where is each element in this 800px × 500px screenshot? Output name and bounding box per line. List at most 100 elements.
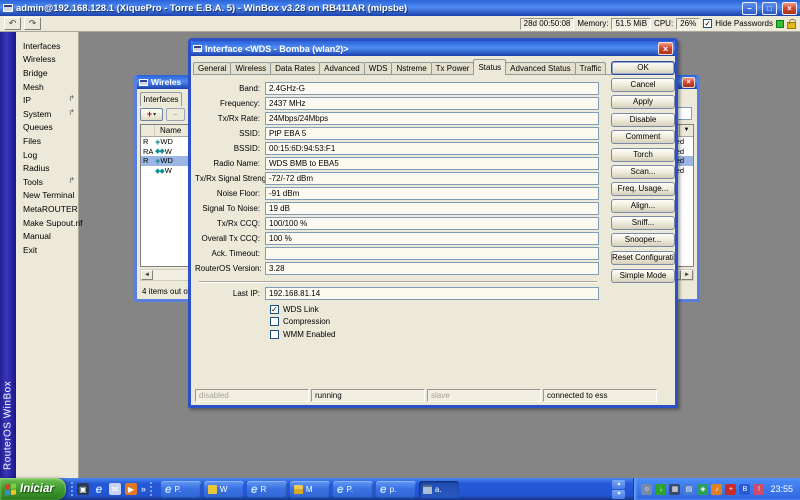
show-desktop-icon[interactable]: ▣ xyxy=(76,483,89,495)
ie-icon[interactable]: e xyxy=(93,483,105,495)
tab-interfaces[interactable]: Interfaces xyxy=(140,92,182,106)
task-label: M xyxy=(305,484,313,494)
tx-rx-ccq-field[interactable]: 100/100 % xyxy=(265,217,599,230)
sidebar-item-metarouter[interactable]: MetaROUTER xyxy=(16,202,78,216)
last-ip-field[interactable]: 192.168.81.14 xyxy=(265,287,599,300)
user-icon[interactable]: ☺ xyxy=(641,483,653,495)
sidebar-item-queues[interactable]: Queues xyxy=(16,121,78,135)
vnc-icon[interactable]: ◈ xyxy=(697,483,709,495)
add-interface-button[interactable]: + ▾ xyxy=(140,108,163,121)
start-button[interactable]: Iniciar xyxy=(0,478,66,500)
reset-configuration-button[interactable]: Reset Configuration xyxy=(611,251,675,265)
chevron-down-icon[interactable]: ▼ xyxy=(612,489,626,499)
sidebar-item-new-terminal[interactable]: New Terminal xyxy=(16,189,78,203)
band-field[interactable]: 2.4GHz-G xyxy=(265,82,599,95)
sidebar-item-files[interactable]: Files xyxy=(16,134,78,148)
volume-icon[interactable]: ♪ xyxy=(711,483,723,495)
sidebar-item-log[interactable]: Log xyxy=(16,148,78,162)
sidebar-item-interfaces[interactable]: Interfaces xyxy=(16,39,78,53)
torch-button[interactable]: Torch xyxy=(611,148,675,162)
task-button-4[interactable]: e P. xyxy=(332,480,373,498)
wireless-close-icon[interactable]: × xyxy=(682,76,695,88)
comment-button[interactable]: Comment xyxy=(611,130,675,144)
scroll-left-icon[interactable]: ◄ xyxy=(141,270,153,280)
scan-button[interactable]: Scan... xyxy=(611,165,675,179)
dialog-icon xyxy=(193,45,202,52)
restore-button[interactable]: □ xyxy=(762,1,777,15)
wds-link-checkbox[interactable]: ✓ xyxy=(270,304,279,314)
dialog-close-icon[interactable]: × xyxy=(658,42,673,55)
field-label: Last IP: xyxy=(232,289,260,298)
hide-passwords-checkbox[interactable]: ✓ xyxy=(703,19,713,28)
flags-column-header[interactable] xyxy=(141,125,155,136)
signal-to-noise-field[interactable]: 19 dB xyxy=(265,202,599,215)
cpu-value: 26% xyxy=(676,17,701,30)
dialog-titlebar[interactable]: Interface <WDS - Bomba (wlan2)> × xyxy=(191,41,675,56)
wireless-interface-icon: ◈ xyxy=(155,157,160,165)
security-icon[interactable]: ! xyxy=(753,483,765,495)
task-button-1[interactable]: W xyxy=(203,480,244,498)
tab-status[interactable]: Status xyxy=(473,59,507,75)
tx-rx-signal-strength-field[interactable]: -72/-72 dBm xyxy=(265,172,599,185)
simple-mode-button[interactable]: Simple Mode xyxy=(611,269,675,283)
redo-button[interactable]: ↷ xyxy=(24,17,41,30)
sidebar-item-exit[interactable]: Exit xyxy=(16,243,78,257)
ack-timeout-field[interactable] xyxy=(265,247,599,260)
sidebar-item-tools[interactable]: Tools ↱ xyxy=(16,175,78,189)
freq-usage-button[interactable]: Freq. Usage... xyxy=(611,182,675,196)
checkbox-label: WMM Enabled xyxy=(283,329,336,339)
sidebar-item-mesh[interactable]: Mesh xyxy=(16,80,78,94)
sidebar-item-make-supout-rif[interactable]: Make Supout.rif xyxy=(16,216,83,230)
network-icon[interactable]: ▤ xyxy=(683,483,695,495)
frequency-field[interactable]: 2437 MHz xyxy=(265,97,599,110)
sidebar-item-ip[interactable]: IP ↱ xyxy=(16,93,78,107)
main-window-titlebar[interactable]: admin@192.168.128.1 (XiquePro - Torre E.… xyxy=(0,0,800,16)
task-button-6[interactable]: a. xyxy=(418,480,459,498)
minimize-button[interactable]: – xyxy=(742,1,757,15)
field-label: Noise Floor: xyxy=(216,189,260,198)
undo-button[interactable]: ↶ xyxy=(4,17,21,30)
sidebar-item-wireless[interactable]: Wireless xyxy=(16,53,78,67)
display-icon[interactable]: ▦ xyxy=(669,483,681,495)
sidebar-item-system[interactable]: System ↱ xyxy=(16,107,78,121)
task-button-3[interactable]: M xyxy=(289,480,330,498)
update-download-icon[interactable]: ↓ xyxy=(655,483,667,495)
close-button[interactable]: × xyxy=(782,1,797,15)
overall-tx-ccq-field[interactable]: 100 % xyxy=(265,232,599,245)
column-filter-icon[interactable]: ▼ xyxy=(679,125,693,136)
task-button-5[interactable]: e p. xyxy=(375,480,416,498)
sidebar-item-radius[interactable]: Radius xyxy=(16,161,78,175)
remove-interface-button[interactable]: − xyxy=(166,108,185,121)
task-label: R xyxy=(260,484,267,494)
antivirus-shield-icon[interactable]: + xyxy=(725,483,737,495)
row-flags: R xyxy=(143,156,149,166)
align-button[interactable]: Align... xyxy=(611,199,675,213)
ok-button[interactable]: OK xyxy=(611,61,675,75)
task-button-2[interactable]: eR xyxy=(246,480,287,498)
chevron-up-icon[interactable]: ▲ xyxy=(612,479,626,489)
routeros-version-field[interactable]: 3.28 xyxy=(265,262,599,275)
field-label: Tx/Rx CCQ: xyxy=(216,219,260,228)
outlook-icon[interactable]: ✉ xyxy=(108,483,121,495)
sidebar-item-label: Files xyxy=(23,135,41,146)
sniff-button[interactable]: Sniff... xyxy=(611,216,675,230)
radio-name-field[interactable]: WDS BMB to EBA5 xyxy=(265,157,599,170)
tx-rx-rate-field[interactable]: 24Mbps/24Mbps xyxy=(265,112,599,125)
media-player-icon[interactable]: ▶ xyxy=(124,483,137,495)
quick-launch-overflow-chevron[interactable]: » xyxy=(141,484,146,494)
task-button-0[interactable]: e P. xyxy=(160,480,201,498)
taskbar-scroll-chevrons: ▲ ▼ xyxy=(612,479,626,499)
bssid-field[interactable]: 00:15:6D:94:53:F1 xyxy=(265,142,599,155)
sidebar-item-bridge[interactable]: Bridge xyxy=(16,66,78,80)
compression-checkbox[interactable] xyxy=(270,317,279,327)
apply-button[interactable]: Apply xyxy=(611,95,675,109)
snooper-button[interactable]: Snooper... xyxy=(611,233,675,247)
wmm-enabled-checkbox[interactable] xyxy=(270,329,279,339)
disable-button[interactable]: Disable xyxy=(611,113,675,127)
ssid-field[interactable]: PtP EBA 5 xyxy=(265,127,599,140)
bluetooth-icon[interactable]: B xyxy=(739,483,751,495)
noise-floor-field[interactable]: -91 dBm xyxy=(265,187,599,200)
scroll-right-icon[interactable]: ► xyxy=(681,270,693,280)
sidebar-item-manual[interactable]: Manual xyxy=(16,229,78,243)
cancel-button[interactable]: Cancel xyxy=(611,78,675,92)
